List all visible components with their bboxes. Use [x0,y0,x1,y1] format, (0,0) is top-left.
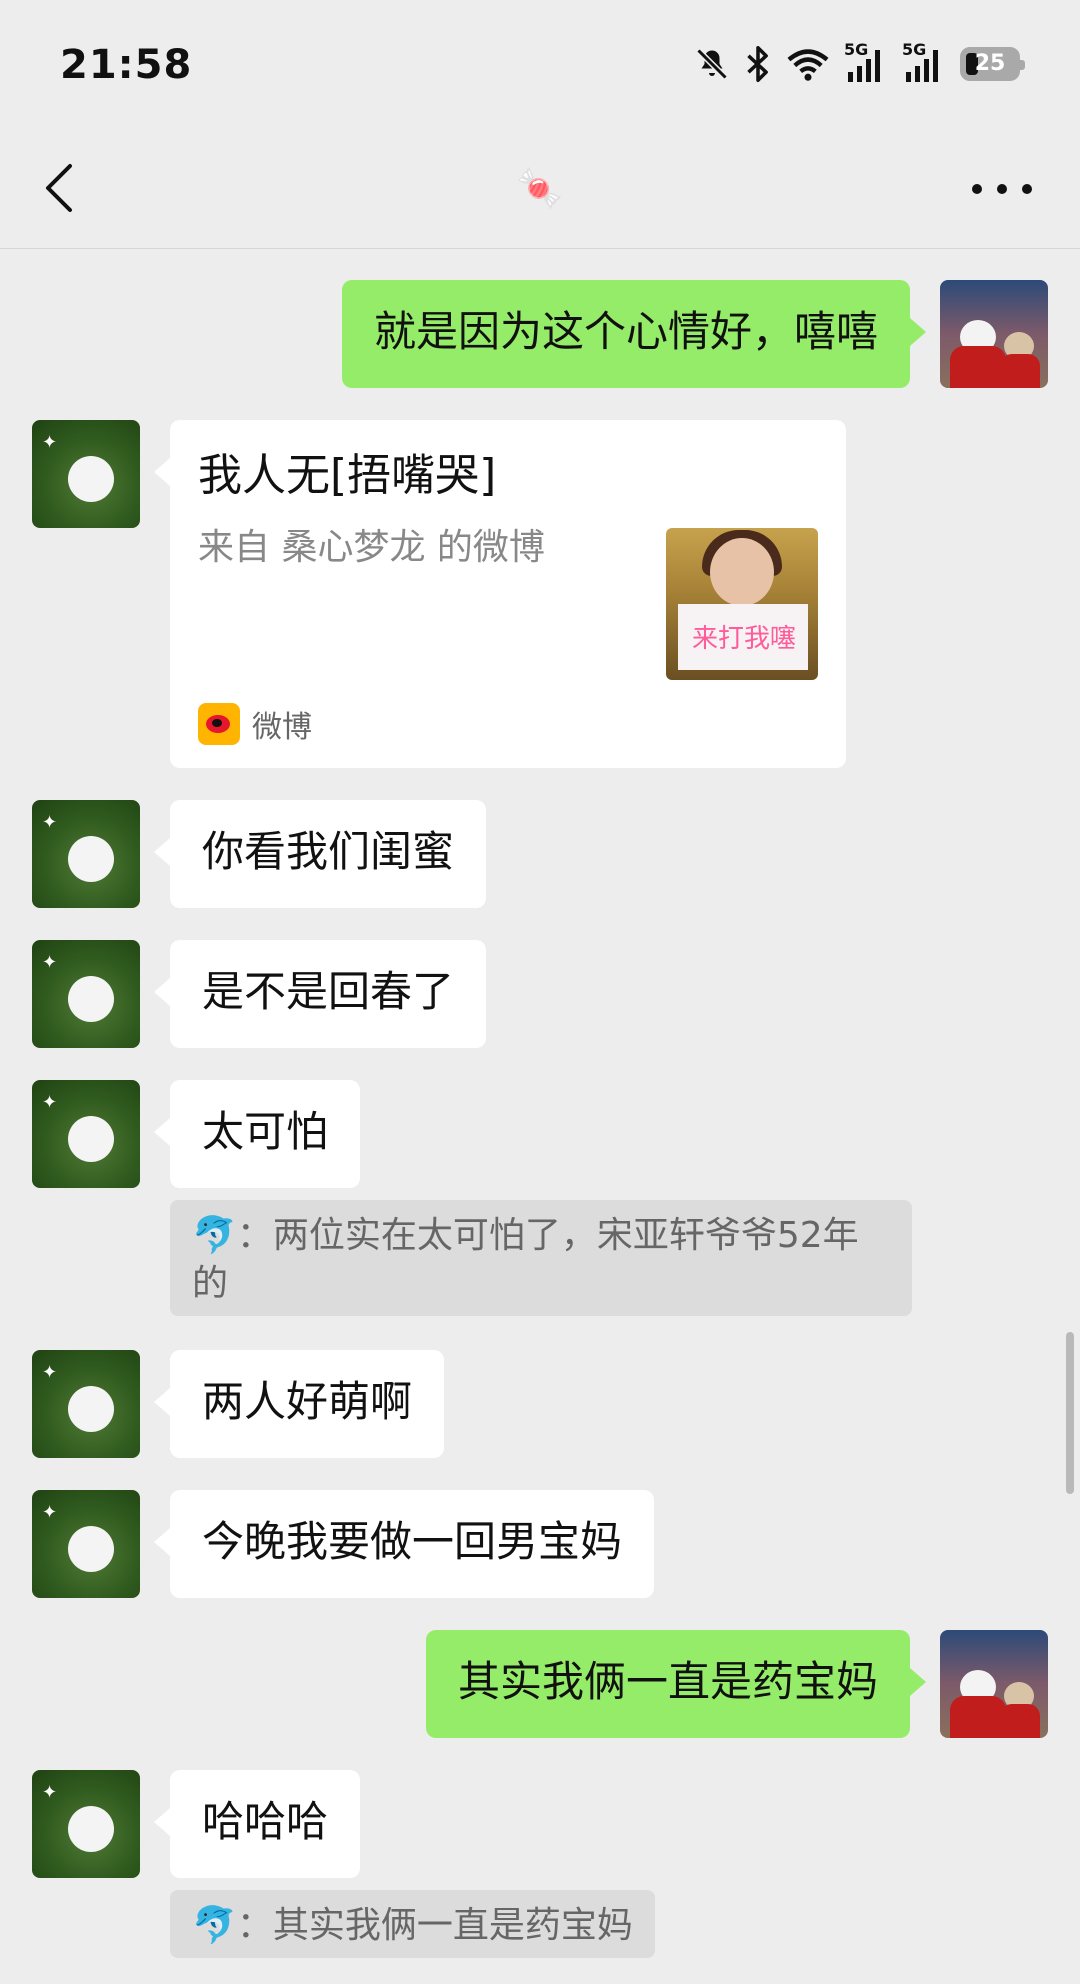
thumbnail-text: 来打我噻 [691,624,796,654]
chat-title: 🍬 [516,166,564,210]
message-text: 是不是回春了 [202,967,455,1016]
avatar-other[interactable]: ✦ [32,1770,140,1878]
quoted-text: 🐬：两位实在太可怕了，宋亚轩爷爷52年的 [192,1215,859,1304]
message-text: 太可怕 [202,1107,329,1156]
avatar-other[interactable]: ✦ [32,1490,140,1598]
link-card-thumbnail: 来打我噻 [666,528,818,680]
battery-level: 25 [974,51,1006,76]
message-bubble-other[interactable]: 你看我们闺蜜 [153,800,487,908]
link-card-description: 来自 桑心梦龙 的微博 [198,527,545,568]
avatar-other[interactable]: ✦ [32,1350,140,1458]
message-text: 今晚我要做一回男宝妈 [202,1517,623,1566]
message-bubble-other[interactable]: 两人好萌啊 [153,1350,445,1458]
weibo-icon [198,703,240,745]
avatar-other[interactable]: ✦ [32,420,140,528]
network-label-2: 5G [902,40,927,59]
scrollbar[interactable] [1066,1332,1074,1494]
avatar-other[interactable]: ✦ [32,800,140,908]
message-text: 两人好萌啊 [202,1377,413,1426]
avatar-other[interactable]: ✦ [32,1080,140,1188]
status-time: 21:58 [60,42,193,88]
status-bar: 21:58 5G 5G 25 [0,0,1080,130]
network-label-1: 5G [844,40,869,59]
avatar-self[interactable] [940,280,1048,388]
message-bubble-other[interactable]: 哈哈哈 [153,1770,361,1878]
avatar-other[interactable]: ✦ [32,940,140,1048]
quoted-reply[interactable]: 🐬：其实我俩一直是药宝妈 [170,1890,655,1958]
signal-icon-2: 5G [902,40,946,84]
message-text: 哈哈哈 [202,1797,329,1846]
quoted-reply[interactable]: 🐬：两位实在太可怕了，宋亚轩爷爷52年的 [170,1200,912,1316]
message-bubble-other[interactable]: 今晚我要做一回男宝妈 [153,1490,655,1598]
quoted-text: 🐬：其实我俩一直是药宝妈 [192,1905,633,1946]
battery-icon: 25 [960,47,1025,81]
signal-icon: 5G [844,40,888,84]
message-text: 其实我俩一直是药宝妈 [457,1657,878,1706]
message-text: 你看我们闺蜜 [202,827,455,876]
status-icons: 5G 5G 25 [694,40,1025,84]
message-bubble-other[interactable]: 是不是回春了 [153,940,487,1048]
wifi-icon [787,49,829,81]
message-bubble-self[interactable]: 就是因为这个心情好，嘻嘻 [341,280,927,388]
bluetooth-icon [747,45,768,83]
link-card-source: 微博 [198,702,312,746]
link-card-title: 我人无[捂嘴哭] [198,450,497,501]
avatar-self[interactable] [940,1630,1048,1738]
mute-bell-icon [696,48,728,80]
message-bubble-self[interactable]: 其实我俩一直是药宝妈 [425,1630,927,1738]
message-text: 就是因为这个心情好，嘻嘻 [373,307,878,356]
message-bubble-other[interactable]: 太可怕 [153,1080,361,1188]
link-card[interactable]: 我人无[捂嘴哭] 来自 桑心梦龙 的微博 来打我噻 微博 [154,420,846,768]
chat-header: 🍬 [0,130,1080,249]
link-card-source-label: 微博 [252,710,312,745]
more-icon[interactable] [972,164,1032,214]
